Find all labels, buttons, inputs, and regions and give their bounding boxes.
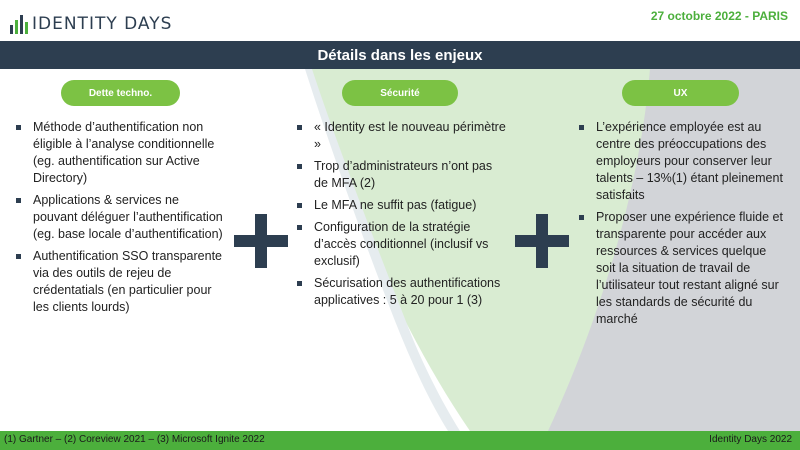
slide-content: Dette techno. Sécurité UX Méthode d’auth… — [0, 69, 800, 431]
list-item: Authentification SSO transparente via de… — [14, 248, 224, 316]
list-item: Méthode d’authentification non éligible … — [14, 119, 224, 187]
list-item: Proposer une expérience fluide et transp… — [577, 209, 789, 328]
event-date: 27 octobre 2022 - PARIS — [650, 9, 788, 23]
title-bar: Détails dans les enjeux — [0, 41, 800, 69]
header: IDENTITY DAYS 27 octobre 2022 - PARIS — [0, 0, 800, 41]
list-item: « Identity est le nouveau périmètre » — [295, 119, 507, 153]
column-securite: « Identity est le nouveau périmètre » Tr… — [295, 119, 507, 314]
logo-bars-icon — [10, 14, 28, 34]
list-item: Le MFA ne suffit pas (fatigue) — [295, 197, 507, 214]
footer-sources: (1) Gartner – (2) Coreview 2021 – (3) Mi… — [4, 434, 265, 445]
footer-event: Identity Days 2022 — [709, 434, 792, 445]
list-item: Configuration de la stratégie d’accès co… — [295, 219, 507, 270]
slide-title: Détails dans les enjeux — [317, 46, 483, 64]
column-ux: L’expérience employée est au centre des … — [577, 119, 789, 333]
list-item: L’expérience employée est au centre des … — [577, 119, 789, 204]
logo-text: IDENTITY DAYS — [32, 14, 173, 34]
footer: (1) Gartner – (2) Coreview 2021 – (3) Mi… — [0, 431, 800, 450]
plus-icon — [515, 214, 569, 268]
plus-icon — [234, 214, 288, 268]
list-item: Applications & services ne pouvant délég… — [14, 192, 224, 243]
list-item: Trop d’administrateurs n’ont pas de MFA … — [295, 158, 507, 192]
column-dette-techno: Méthode d’authentification non éligible … — [14, 119, 224, 321]
pill-ux: UX — [622, 80, 739, 106]
pill-dette-techno: Dette techno. — [61, 80, 180, 106]
list-item: Sécurisation des authentifications appli… — [295, 275, 507, 309]
pill-securite: Sécurité — [342, 80, 458, 106]
identity-days-logo: IDENTITY DAYS — [10, 12, 172, 34]
